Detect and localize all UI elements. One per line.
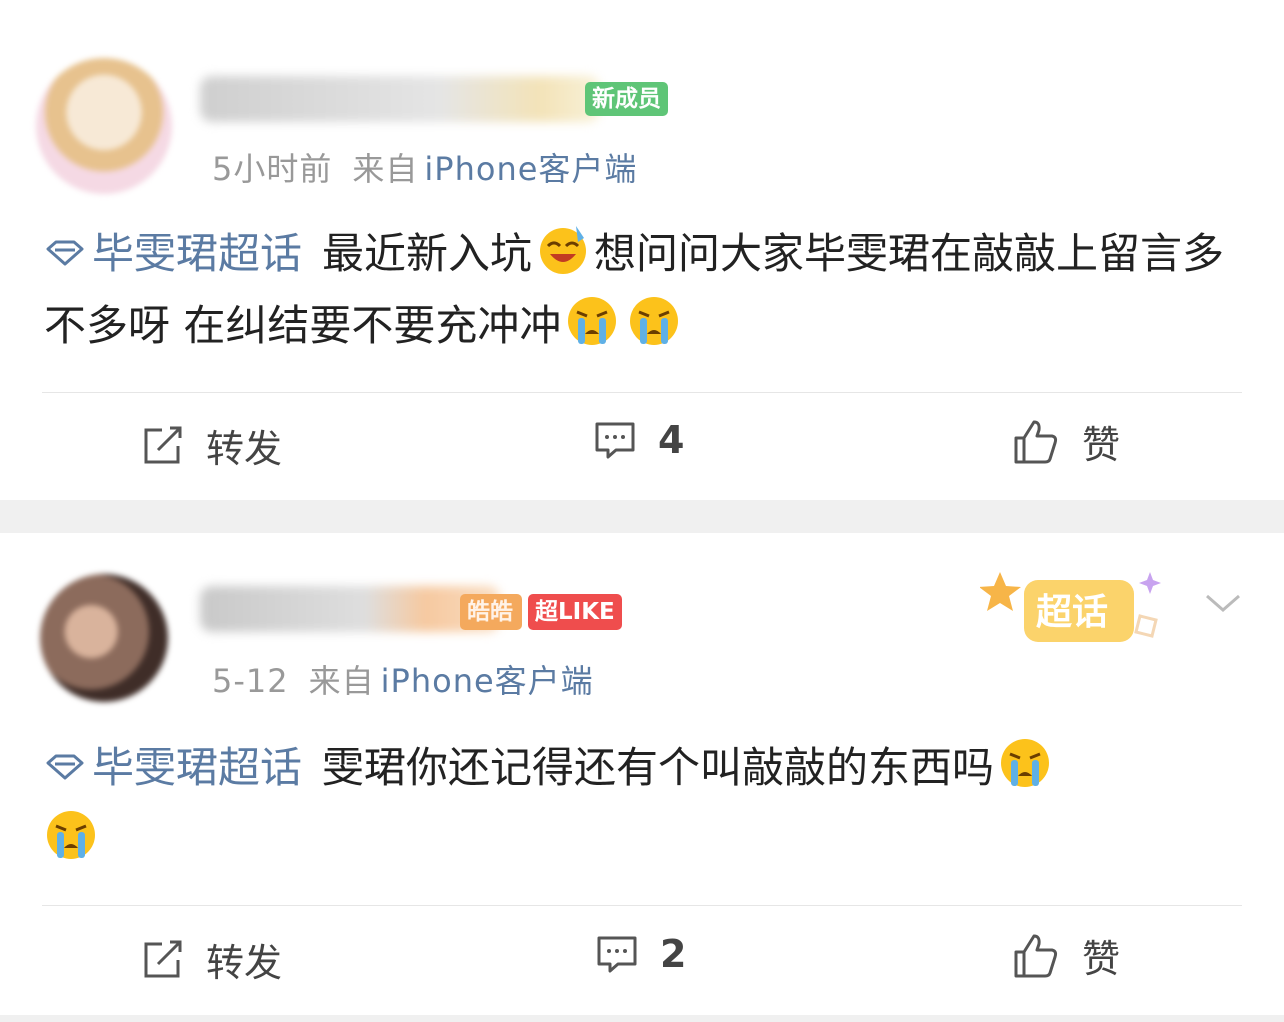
thumbs-up-icon <box>1014 934 1058 977</box>
username-blurred[interactable] <box>200 76 600 122</box>
crying-emoji-icon <box>568 297 617 345</box>
like-button[interactable]: 赞 <box>1012 414 1120 469</box>
crying-emoji-icon <box>1001 739 1050 787</box>
from-label: 来自 <box>352 150 419 188</box>
topic-label: 毕雯珺超话 <box>92 743 303 792</box>
like-label: 赞 <box>1082 423 1121 467</box>
post-body: 毕雯珺超话 最近新入坑 想问问大家毕雯珺在敲敲上留言多不多呀 在纠结要不要充冲冲 <box>44 218 1244 362</box>
post-time: 5-12 <box>212 662 289 700</box>
from-label: 来自 <box>308 662 375 700</box>
repost-label: 转发 <box>206 941 283 985</box>
card-gap <box>0 1015 1284 1022</box>
laughing-crying-emoji-icon <box>540 226 587 274</box>
avatar[interactable] <box>36 58 172 194</box>
divider <box>42 905 1242 906</box>
topic-link[interactable]: 毕雯珺超话 <box>44 743 302 792</box>
post-source: iPhone客户端 <box>424 150 638 188</box>
post-meta: 5小时前 来自 iPhone客户端 <box>212 144 637 190</box>
fan-badge: 皓皓 <box>460 594 522 630</box>
repost-icon <box>144 940 182 977</box>
repost-button[interactable]: 转发 <box>142 932 282 987</box>
post-source: iPhone客户端 <box>380 662 594 700</box>
comment-icon <box>597 936 637 973</box>
topic-link[interactable]: 毕雯珺超话 <box>44 229 302 278</box>
repost-button[interactable]: 转发 <box>142 418 282 473</box>
diamond-icon <box>46 240 84 266</box>
diamond-icon <box>46 754 84 780</box>
post-text-part: 雯珺你还记得还有个叫敲敲的东西吗 <box>322 743 995 792</box>
comment-count: 4 <box>658 418 685 462</box>
crying-emoji-icon <box>47 811 95 859</box>
new-member-badge: 新成员 <box>585 82 668 116</box>
post-body: 毕雯珺超话 雯珺你还记得还有个叫敲敲的东西吗 <box>44 732 1244 876</box>
like-button[interactable]: 赞 <box>1012 928 1120 983</box>
comment-button[interactable]: 4 <box>594 418 684 462</box>
divider <box>42 392 1242 393</box>
chevron-down-icon[interactable] <box>1203 590 1243 616</box>
avatar[interactable] <box>40 574 168 702</box>
post-time: 5小时前 <box>212 150 333 188</box>
repost-label: 转发 <box>206 427 283 471</box>
comment-count: 2 <box>660 932 687 976</box>
topic-label: 毕雯珺超话 <box>92 229 303 278</box>
crying-emoji-icon <box>630 297 679 345</box>
svg-text:超话: 超话 <box>1036 592 1108 633</box>
comment-icon <box>595 422 635 459</box>
username-blurred[interactable] <box>200 586 500 632</box>
super-topic-deco-icon: 超话 <box>980 572 1161 642</box>
like-label: 赞 <box>1082 937 1121 981</box>
super-like-badge: 超LIKE <box>528 594 622 630</box>
repost-icon <box>144 426 182 463</box>
post-text-part: 最近新入坑 <box>322 229 533 278</box>
thumbs-up-icon <box>1014 420 1058 463</box>
comment-button[interactable]: 2 <box>596 932 686 976</box>
post-meta: 5-12 来自 iPhone客户端 <box>212 656 594 702</box>
